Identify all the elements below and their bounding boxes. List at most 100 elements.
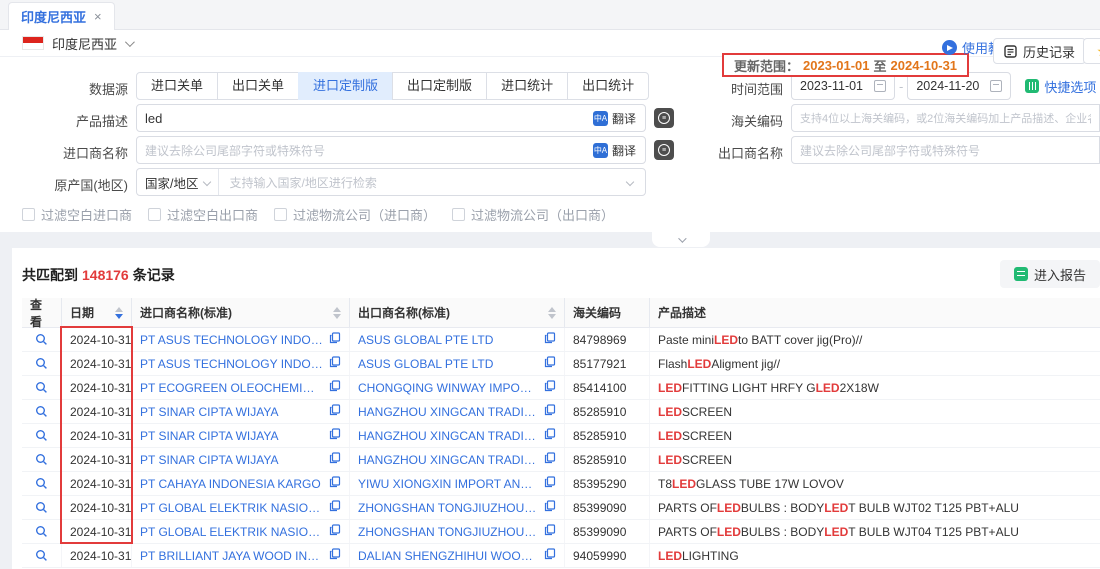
exact-match-icon[interactable]: ≡ bbox=[654, 108, 674, 128]
data-source-tab[interactable]: 出口关单 bbox=[217, 72, 299, 100]
checkbox-icon[interactable] bbox=[22, 208, 35, 221]
translate-button[interactable]: 中A 翻译 bbox=[589, 140, 640, 161]
view-detail-magnifier-icon[interactable] bbox=[35, 501, 48, 514]
copy-icon[interactable] bbox=[329, 476, 341, 491]
importer-placeholder: 建议去除公司尾部字符或特殊符号 bbox=[145, 142, 325, 159]
row-date-cell: 2024-10-31 bbox=[62, 544, 132, 567]
data-source-tab[interactable]: 出口统计 bbox=[567, 72, 649, 100]
row-date-cell: 2024-10-31 bbox=[62, 448, 132, 471]
importer-link[interactable]: PT SINAR CIPTA WIJAYA bbox=[140, 429, 323, 443]
copy-icon[interactable] bbox=[544, 476, 556, 491]
filter-checkbox[interactable]: 过滤物流公司（出口商） bbox=[452, 205, 614, 224]
copy-icon[interactable] bbox=[329, 380, 341, 395]
copy-icon[interactable] bbox=[329, 332, 341, 347]
history-button[interactable]: 历史记录 bbox=[993, 38, 1086, 64]
enter-report-button[interactable]: 进入报告 bbox=[1000, 260, 1100, 288]
product-desc-input[interactable]: led 中A 翻译 bbox=[136, 104, 646, 132]
copy-icon[interactable] bbox=[329, 404, 341, 419]
view-detail-magnifier-icon[interactable] bbox=[35, 525, 48, 538]
checkbox-icon[interactable] bbox=[274, 208, 287, 221]
data-source-tab[interactable]: 进口定制版 bbox=[298, 72, 393, 100]
data-source-tab[interactable]: 进口统计 bbox=[486, 72, 568, 100]
copy-icon[interactable] bbox=[329, 452, 341, 467]
country-selector-label[interactable]: 印度尼西亚 bbox=[52, 34, 117, 53]
exact-match-icon[interactable]: ≡ bbox=[654, 140, 674, 160]
chevron-down-icon bbox=[203, 178, 211, 186]
header-exporter[interactable]: 出口商名称(标准) bbox=[350, 298, 565, 327]
copy-icon[interactable] bbox=[544, 356, 556, 371]
filter-checkbox[interactable]: 过滤物流公司（进口商） bbox=[274, 205, 436, 224]
copy-icon[interactable] bbox=[544, 452, 556, 467]
view-detail-magnifier-icon[interactable] bbox=[35, 405, 48, 418]
origin-type-dropdown[interactable]: 国家/地区 bbox=[137, 169, 219, 195]
importer-link[interactable]: PT BRILLIANT JAYA WOOD INDUSTRY bbox=[140, 549, 323, 563]
exporter-link[interactable]: ZHONGSHAN TONGJIUZHOU INTERNA... bbox=[358, 501, 538, 515]
view-detail-magnifier-icon[interactable] bbox=[35, 381, 48, 394]
row-exporter-cell: HANGZHOU XINGCAN TRADING CO LTD bbox=[350, 424, 565, 447]
copy-icon[interactable] bbox=[544, 380, 556, 395]
exporter-link[interactable]: ASUS GLOBAL PTE LTD bbox=[358, 357, 538, 371]
collapse-panel-handle[interactable] bbox=[652, 232, 710, 247]
quick-options-button[interactable]: 快捷选项 bbox=[1025, 77, 1096, 96]
checkbox-icon[interactable] bbox=[148, 208, 161, 221]
importer-link[interactable]: PT ASUS TECHNOLOGY INDONESIA BA... bbox=[140, 333, 323, 347]
importer-link[interactable]: PT ASUS TECHNOLOGY INDONESIA BA... bbox=[140, 357, 323, 371]
header-importer[interactable]: 进口商名称(标准) bbox=[132, 298, 350, 327]
view-detail-magnifier-icon[interactable] bbox=[35, 357, 48, 370]
importer-input[interactable]: 建议去除公司尾部字符或特殊符号 中A 翻译 bbox=[136, 136, 646, 164]
view-detail-magnifier-icon[interactable] bbox=[35, 477, 48, 490]
copy-icon[interactable] bbox=[544, 332, 556, 347]
exporter-link[interactable]: CHONGQING WINWAY IMPORT AND E... bbox=[358, 381, 538, 395]
copy-icon[interactable] bbox=[544, 524, 556, 539]
translate-icon: 中A bbox=[593, 111, 608, 126]
table-row: 2024-10-31PT SINAR CIPTA WIJAYAHANGZHOU … bbox=[22, 400, 1100, 424]
importer-link[interactable]: PT SINAR CIPTA WIJAYA bbox=[140, 453, 323, 467]
copy-icon[interactable] bbox=[544, 548, 556, 563]
checkbox-label: 过滤物流公司（出口商） bbox=[471, 205, 614, 224]
importer-link[interactable]: PT CAHAYA INDONESIA KARGO bbox=[140, 477, 323, 491]
exporter-link[interactable]: ZHONGSHAN TONGJIUZHOU INTERNA... bbox=[358, 525, 538, 539]
table-row: 2024-10-31PT CAHAYA INDONESIA KARGOYIWU … bbox=[22, 472, 1100, 496]
importer-link[interactable]: PT GLOBAL ELEKTRIK NASIONAL bbox=[140, 525, 323, 539]
view-detail-magnifier-icon[interactable] bbox=[35, 453, 48, 466]
translate-button[interactable]: 中A 翻译 bbox=[589, 108, 640, 129]
sort-icon[interactable] bbox=[327, 307, 341, 319]
copy-icon[interactable] bbox=[544, 500, 556, 515]
browser-tab-indonesia[interactable]: 印度尼西亚 × bbox=[8, 2, 115, 30]
data-source-tab[interactable]: 出口定制版 bbox=[392, 72, 487, 100]
close-icon[interactable]: × bbox=[94, 9, 102, 24]
exporter-link[interactable]: HANGZHOU XINGCAN TRADING CO LTD bbox=[358, 453, 538, 467]
favorite-button[interactable]: ★ bbox=[1083, 38, 1100, 64]
header-date[interactable]: 日期 bbox=[62, 298, 132, 327]
sort-icon[interactable] bbox=[542, 307, 556, 319]
copy-icon[interactable] bbox=[329, 500, 341, 515]
copy-icon[interactable] bbox=[544, 404, 556, 419]
view-detail-magnifier-icon[interactable] bbox=[35, 549, 48, 562]
filter-checkbox[interactable]: 过滤空白进口商 bbox=[22, 205, 132, 224]
exporter-link[interactable]: YIWU XIONGXIN IMPORT AND EXPORT... bbox=[358, 477, 538, 491]
copy-icon[interactable] bbox=[329, 428, 341, 443]
checkbox-icon[interactable] bbox=[452, 208, 465, 221]
exporter-link[interactable]: ASUS GLOBAL PTE LTD bbox=[358, 333, 538, 347]
exporter-link[interactable]: HANGZHOU XINGCAN TRADING CO LTD bbox=[358, 429, 538, 443]
sort-icon[interactable] bbox=[109, 307, 123, 319]
importer-link[interactable]: PT ECOGREEN OLEOCHEMICALS bbox=[140, 381, 323, 395]
chevron-down-icon[interactable] bbox=[125, 37, 135, 47]
view-detail-magnifier-icon[interactable] bbox=[35, 429, 48, 442]
filter-checkbox[interactable]: 过滤空白出口商 bbox=[148, 205, 258, 224]
origin-country-select[interactable]: 国家/地区 支持输入国家/地区进行检索 bbox=[136, 168, 646, 196]
importer-link[interactable]: PT GLOBAL ELEKTRIK NASIONAL bbox=[140, 501, 323, 515]
exporter-input[interactable]: 建议去除公司尾部字符或特殊符号 bbox=[791, 136, 1100, 164]
importer-link[interactable]: PT SINAR CIPTA WIJAYA bbox=[140, 405, 323, 419]
header-view: 查看 bbox=[22, 298, 62, 327]
exporter-link[interactable]: DALIAN SHENGZHIHUI WOOD INDUST... bbox=[358, 549, 538, 563]
copy-icon[interactable] bbox=[544, 428, 556, 443]
hs-code-label: 海关编码 bbox=[688, 111, 783, 130]
copy-icon[interactable] bbox=[329, 524, 341, 539]
exporter-link[interactable]: HANGZHOU XINGCAN TRADING CO LTD bbox=[358, 405, 538, 419]
view-detail-magnifier-icon[interactable] bbox=[35, 333, 48, 346]
copy-icon[interactable] bbox=[329, 548, 341, 563]
data-source-tab[interactable]: 进口关单 bbox=[136, 72, 218, 100]
copy-icon[interactable] bbox=[329, 356, 341, 371]
hs-code-input[interactable]: 支持4位以上海关编码，或2位海关编码加上产品描述、企业名称的任意信息 bbox=[791, 104, 1100, 132]
